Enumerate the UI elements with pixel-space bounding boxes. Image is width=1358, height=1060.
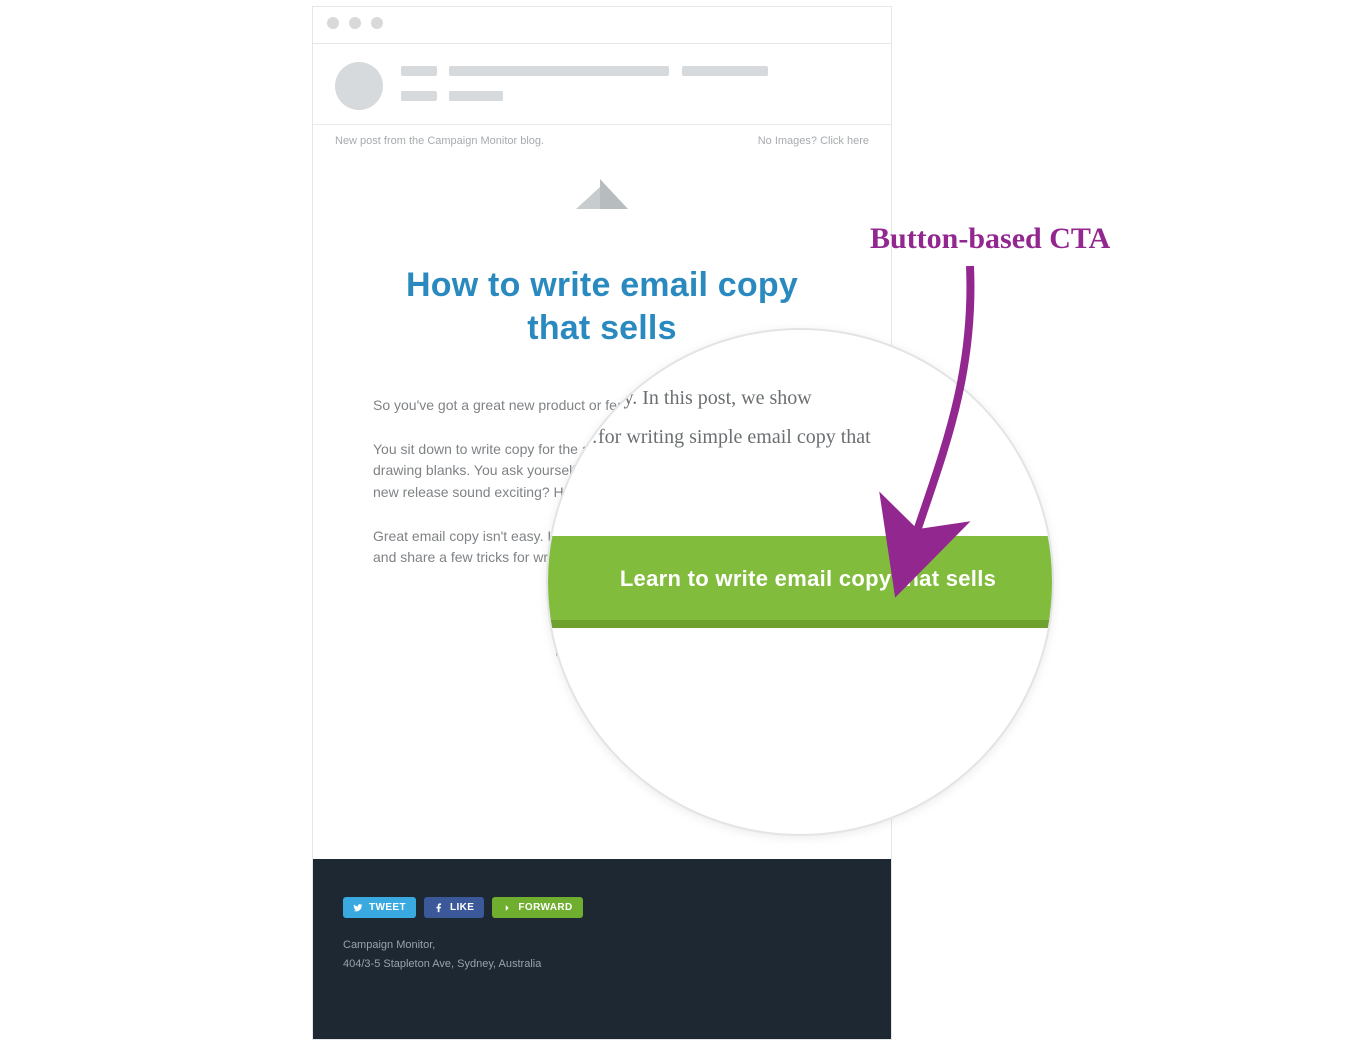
footer-address: 404/3-5 Stapleton Ave, Sydney, Australia (343, 955, 861, 974)
header-skeleton (401, 62, 869, 116)
skeleton-bar (682, 66, 768, 76)
logo-row (313, 153, 891, 224)
tweet-label: TWEET (369, 902, 406, 913)
traffic-light-icon (327, 17, 339, 29)
illustration-canvas: New post from the Campaign Monitor blog.… (0, 0, 1358, 1060)
traffic-light-icon (371, 17, 383, 29)
footer-company: Campaign Monitor, (343, 936, 861, 955)
like-button[interactable]: LIKE (424, 897, 484, 918)
avatar (335, 62, 383, 110)
mail-header (313, 44, 891, 125)
tweet-button[interactable]: TWEET (343, 897, 416, 918)
social-row: TWEET LIKE FORWARD (343, 897, 861, 918)
facebook-icon (434, 903, 444, 913)
annotation-arrow-icon (880, 260, 1020, 570)
forward-icon (502, 903, 512, 913)
forward-label: FORWARD (518, 902, 572, 913)
skeleton-bar (401, 91, 437, 101)
skeleton-bar (449, 66, 669, 76)
skeleton-bar (449, 91, 503, 101)
preheader-row: New post from the Campaign Monitor blog.… (313, 125, 891, 153)
annotation-label: Button-based CTA (870, 222, 1110, 256)
like-label: LIKE (450, 902, 474, 913)
preheader-right[interactable]: No Images? Click here (758, 135, 869, 147)
preheader-left: New post from the Campaign Monitor blog. (335, 135, 544, 147)
email-footer: TWEET LIKE FORWARD Campaign Monitor, 404… (313, 859, 891, 1039)
skeleton-bar (401, 66, 437, 76)
forward-button[interactable]: FORWARD (492, 897, 582, 918)
window-titlebar (313, 7, 891, 44)
twitter-icon (353, 903, 363, 913)
traffic-light-icon (349, 17, 361, 29)
brand-logo-icon (576, 173, 628, 209)
